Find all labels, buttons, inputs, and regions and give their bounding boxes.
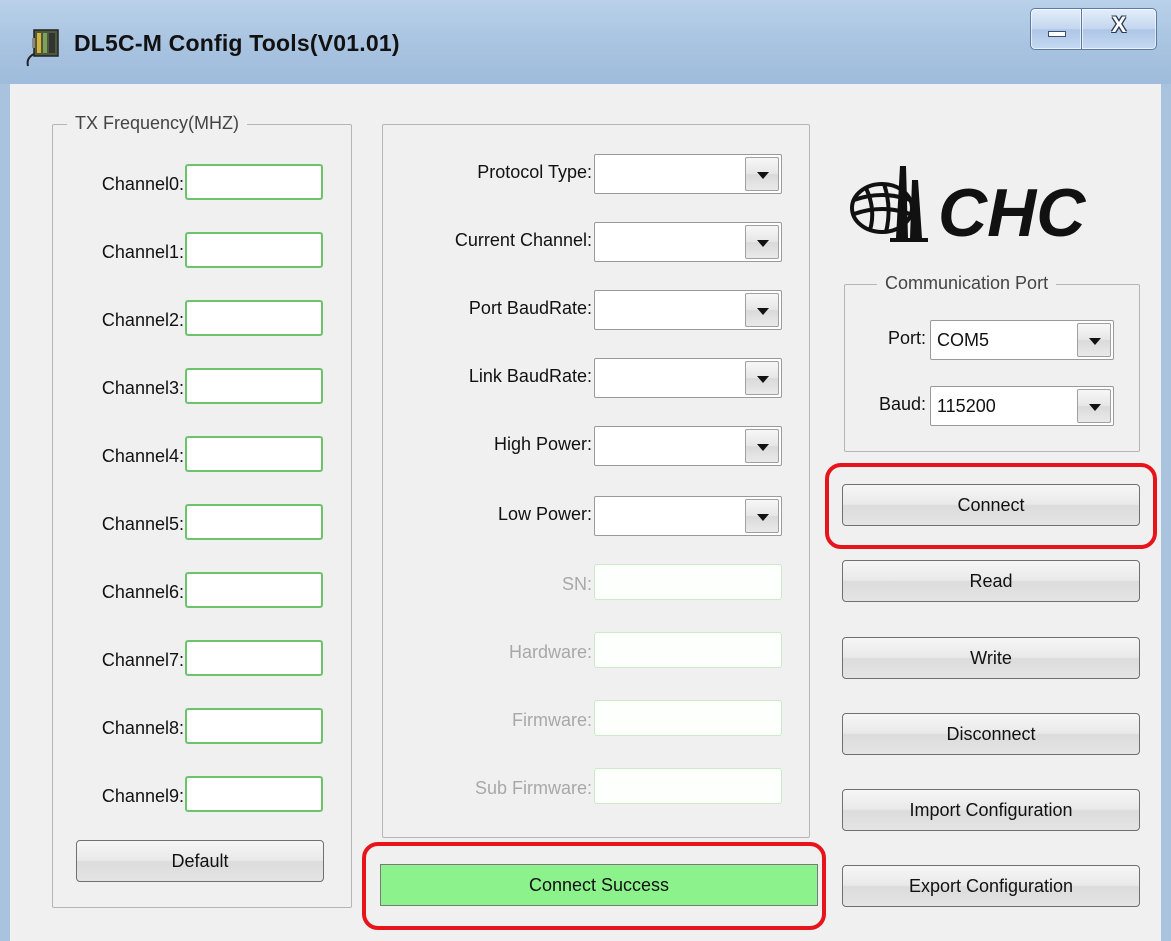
- channel3-field[interactable]: [185, 368, 323, 404]
- chc-logo: CHC: [850, 166, 1086, 246]
- communication-port-legend: Communication Port: [877, 273, 1057, 294]
- minimize-button[interactable]: [1030, 8, 1082, 50]
- port-value: COM5: [937, 330, 990, 350]
- tx-frequency-legend: TX Frequency(MHZ): [67, 113, 248, 134]
- window-title: DL5C-M Config Tools(V01.01): [74, 30, 400, 56]
- baud-combo[interactable]: 115200: [930, 386, 1114, 426]
- chevron-down-icon[interactable]: [745, 429, 779, 463]
- low-power-label: Low Power:: [497, 504, 592, 524]
- low-power-combo[interactable]: [594, 496, 782, 536]
- port-baudrate-combo[interactable]: [594, 290, 782, 330]
- port-label: Port:: [887, 328, 926, 348]
- close-button[interactable]: X: [1081, 8, 1157, 50]
- write-button[interactable]: Write: [842, 637, 1140, 679]
- channel1-label: Channel1:: [101, 242, 184, 262]
- protocol-type-combo[interactable]: [594, 154, 782, 194]
- import-configuration-button[interactable]: Import Configuration: [842, 789, 1140, 831]
- channel2-label: Channel2:: [101, 310, 184, 330]
- communication-port-group: Communication Port: [844, 273, 1140, 452]
- port-combo[interactable]: COM5: [930, 320, 1114, 360]
- connect-highlight: [825, 463, 1157, 549]
- chevron-down-icon[interactable]: [745, 361, 779, 395]
- sn-label: SN:: [561, 574, 592, 594]
- chevron-down-icon[interactable]: [745, 293, 779, 327]
- chevron-down-icon[interactable]: [1077, 389, 1111, 423]
- default-button[interactable]: Default: [76, 840, 324, 882]
- high-power-label: High Power:: [493, 434, 592, 454]
- channel7-field[interactable]: [185, 640, 323, 676]
- sn-field: [594, 564, 782, 600]
- chevron-down-icon[interactable]: [1077, 323, 1111, 357]
- baud-value: 115200: [937, 396, 996, 416]
- channel9-field[interactable]: [185, 776, 323, 812]
- logo-text: CHC: [938, 175, 1086, 246]
- channel5-label: Channel5:: [101, 514, 184, 534]
- minimize-icon: [1048, 31, 1066, 37]
- current-channel-combo[interactable]: [594, 222, 782, 262]
- channel4-label: Channel4:: [101, 446, 184, 466]
- channel8-field[interactable]: [185, 708, 323, 744]
- read-button[interactable]: Read: [842, 560, 1140, 602]
- title-bar[interactable]: DL5C-M Config Tools(V01.01) X: [0, 0, 1171, 84]
- sub-firmware-field: [594, 768, 782, 804]
- link-baudrate-label: Link BaudRate:: [468, 366, 592, 386]
- current-channel-label: Current Channel:: [454, 230, 592, 250]
- app-icon: [26, 29, 59, 67]
- high-power-combo[interactable]: [594, 426, 782, 466]
- channel7-label: Channel7:: [101, 650, 184, 670]
- firmware-field: [594, 700, 782, 736]
- channel6-field[interactable]: [185, 572, 323, 608]
- link-baudrate-combo[interactable]: [594, 358, 782, 398]
- channel0-field[interactable]: [185, 164, 323, 200]
- port-baudrate-label: Port BaudRate:: [468, 298, 592, 318]
- chevron-down-icon[interactable]: [745, 225, 779, 259]
- channel1-field[interactable]: [185, 232, 323, 268]
- channel0-label: Channel0:: [101, 174, 184, 194]
- channel8-label: Channel8:: [101, 718, 184, 738]
- sub-firmware-label: Sub Firmware:: [474, 778, 592, 798]
- protocol-type-label: Protocol Type:: [477, 162, 592, 182]
- baud-label: Baud:: [878, 394, 926, 414]
- status-highlight: [362, 842, 826, 930]
- hardware-field: [594, 632, 782, 668]
- disconnect-button[interactable]: Disconnect: [842, 713, 1140, 755]
- channel3-label: Channel3:: [101, 378, 184, 398]
- firmware-label: Firmware:: [512, 710, 592, 730]
- channel6-label: Channel6:: [101, 582, 184, 602]
- chevron-down-icon[interactable]: [745, 157, 779, 191]
- export-configuration-button[interactable]: Export Configuration: [842, 865, 1140, 907]
- channel5-field[interactable]: [185, 504, 323, 540]
- chevron-down-icon[interactable]: [745, 499, 779, 533]
- hardware-label: Hardware:: [508, 642, 592, 662]
- channel2-field[interactable]: [185, 300, 323, 336]
- channel9-label: Channel9:: [101, 786, 184, 806]
- close-icon: X: [1111, 12, 1127, 37]
- channel4-field[interactable]: [185, 436, 323, 472]
